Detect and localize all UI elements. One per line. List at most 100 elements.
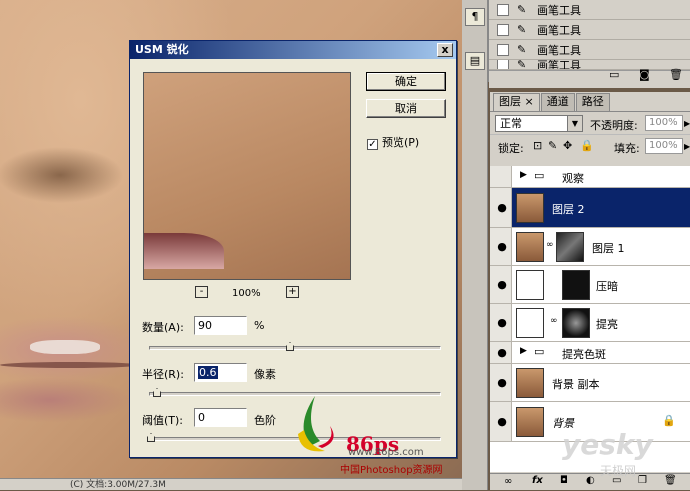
radius-field[interactable]: 0.6 [194,363,247,382]
trash-icon[interactable]: 🗑 [664,475,677,486]
brush-icon: ✎ [517,43,527,56]
trash-icon[interactable]: 🗑 [669,68,683,81]
status-bar: (C) 文档:3.00M/27.3M [0,478,462,490]
lock-all-icon[interactable]: 🔒 [580,139,594,152]
mask-thumbnail[interactable] [556,232,584,262]
layer-row-layer2[interactable]: ● 图层 2 [490,188,690,228]
snapshot-checkbox[interactable] [497,60,509,69]
layer-thumbnail [516,407,544,437]
tab-layers[interactable]: 图层 × [493,93,540,111]
history-item[interactable]: ✎ 画笔工具 [489,0,690,20]
opacity-field[interactable]: 100% [645,115,683,131]
panel-tabs: 图层 × 通道 路径 [490,92,690,112]
dialog-title: USM 锐化 [135,43,189,56]
lock-pixels-icon[interactable]: ✎ [548,139,557,152]
close-icon[interactable]: x [437,43,453,57]
lock-icon: 🔒 [662,414,676,427]
snapshot-checkbox[interactable] [497,23,509,36]
zoom-in-button[interactable]: + [286,286,299,298]
teeth-area [30,340,100,354]
new-layer-icon[interactable]: ❐ [638,475,647,486]
ok-button[interactable]: 确定 [366,72,446,91]
layer-row-group-observe[interactable]: ▶ ▭ 观察 [490,166,690,188]
paragraph-icon[interactable]: ¶ [465,8,485,26]
camera-icon[interactable]: ◙ [639,68,650,81]
visibility-toggle[interactable] [490,166,512,187]
layer-row-background-copy[interactable]: ● 背景 副本 [490,364,690,402]
visibility-toggle[interactable]: ● [490,228,512,265]
threshold-label: 阈值(T): [142,414,184,427]
mask-icon[interactable]: ◘ [560,475,568,486]
visibility-toggle[interactable]: ● [490,188,512,227]
layer-row-brighten[interactable]: ● ∞ 提亮 [490,304,690,342]
amount-slider[interactable] [149,342,441,351]
chevron-down-icon[interactable]: ▼ [567,116,582,131]
mask-thumbnail[interactable] [562,270,590,300]
86ps-logo [298,396,334,452]
panel-dock-strip: ¶ ▤ [462,0,488,490]
notes-icon[interactable]: ▤ [465,52,485,70]
amount-label: 数量(A): [142,321,184,334]
history-item[interactable]: ✎ 画笔工具 [489,20,690,40]
snapshot-checkbox[interactable] [497,43,509,56]
radius-value: 0.6 [198,366,218,379]
preview-checkbox[interactable]: ✓ 预览(P) [367,134,419,150]
visibility-toggle[interactable]: ● [490,364,512,401]
tab-paths[interactable]: 路径 [575,93,610,111]
preview-pane[interactable] [143,72,351,280]
fill-arrow-icon[interactable]: ▶ [684,142,690,151]
new-document-icon[interactable]: ▭ [609,68,619,81]
expand-arrow-icon[interactable]: ▶ [520,346,527,356]
history-footer: ▭ ◙ 🗑 [489,68,690,88]
fx-icon[interactable]: fx [532,475,543,486]
amount-field[interactable]: 90 [194,316,247,335]
layer-row-group-brighten-spots[interactable]: ● ▶ ▭ 提亮色斑 [490,342,690,364]
yesky-watermark: yesky [562,428,653,461]
layer-row-darken[interactable]: ● 压暗 [490,266,690,304]
history-item[interactable]: ✎ 画笔工具 [489,60,690,70]
mask-thumbnail[interactable] [562,308,590,338]
visibility-toggle[interactable]: ● [490,402,512,441]
opacity-arrow-icon[interactable]: ▶ [684,119,690,128]
lip-line [0,362,140,368]
cancel-button[interactable]: 取消 [366,99,446,118]
fill-field[interactable]: 100% [645,138,683,154]
zoom-out-button[interactable]: - [195,286,208,298]
fill-label: 填充: [614,142,640,155]
visibility-toggle[interactable]: ● [490,266,512,303]
dialog-titlebar[interactable]: USM 锐化 x [130,41,456,59]
link-icon[interactable]: ∞ [504,476,512,487]
layer-name: 压暗 [596,280,618,293]
chain-link-icon[interactable]: ∞ [546,240,554,250]
folder-icon: ▭ [534,345,545,358]
tab-channels[interactable]: 通道 [540,93,575,111]
layer-name: 图层 1 [592,242,625,255]
amount-slider-thumb[interactable] [286,342,294,351]
blend-mode-select[interactable]: 正常 ▼ [495,115,583,132]
visibility-toggle[interactable]: ● [490,342,512,363]
lock-position-icon[interactable]: ✥ [563,139,572,152]
radius-unit: 像素 [254,368,276,381]
lock-transparent-icon[interactable]: ⊡ [533,139,542,152]
threshold-slider-thumb[interactable] [147,433,155,442]
visibility-toggle[interactable]: ● [490,304,512,341]
layer-thumbnail [516,232,544,262]
lock-row: 锁定: ⊡ ✎ ✥ 🔒 填充: 100% ▶ [490,134,690,156]
blend-mode-value: 正常 [500,117,522,130]
amount-unit: % [254,319,265,332]
expand-arrow-icon[interactable]: ▶ [520,170,527,180]
adjustment-icon[interactable]: ◐ [586,475,595,486]
preview-lip [144,233,224,269]
threshold-unit: 色阶 [254,414,276,427]
history-item[interactable]: ✎ 画笔工具 [489,40,690,60]
chain-link-icon[interactable]: ∞ [550,316,558,326]
threshold-field[interactable]: 0 [194,408,247,427]
snapshot-checkbox[interactable] [497,3,509,16]
layer-row-layer1[interactable]: ● ∞ 图层 1 [490,228,690,266]
layer-name: 图层 2 [552,203,585,216]
preview-checkbox-label: 预览(P) [382,136,420,149]
brush-icon: ✎ [517,3,527,16]
checkmark-icon[interactable]: ✓ [367,139,378,150]
radius-slider-thumb[interactable] [153,388,161,397]
eye-icon: ● [497,376,507,389]
